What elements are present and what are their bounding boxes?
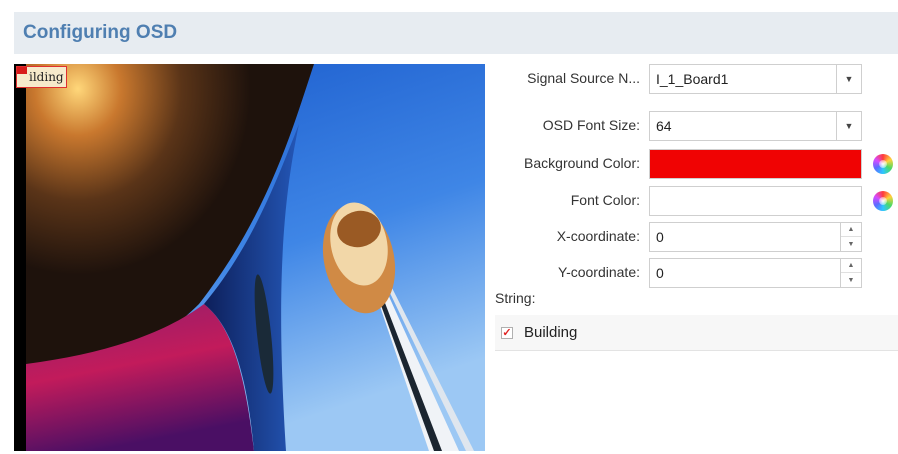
signal-source-value: I_1_Board1 [656,71,729,87]
panel-title: Configuring OSD [23,22,178,43]
font-size-value: 64 [656,118,672,134]
x-coordinate-input[interactable]: 0 ▲ ▼ [649,222,862,252]
x-coordinate-value: 0 [656,229,664,245]
string-list: ✓ Building [495,315,898,451]
video-preview: ilding [14,64,485,451]
string-item-text: Building [524,324,578,341]
font-color-swatch[interactable] [649,186,862,216]
color-wheel-icon[interactable] [873,154,893,174]
y-coordinate-spinner[interactable]: ▲ ▼ [840,259,861,287]
preview-image [26,64,485,451]
string-checkbox[interactable]: ✓ [501,327,513,339]
spinner-down-icon[interactable]: ▼ [841,237,861,251]
y-coordinate-label: Y-coordinate: [558,264,640,280]
x-coordinate-label: X-coordinate: [556,228,640,244]
chevron-down-icon[interactable]: ▼ [836,65,861,93]
spinner-down-icon[interactable]: ▼ [841,273,861,287]
font-color-row: Font Color: [492,184,898,216]
font-size-label: OSD Font Size: [542,117,640,133]
font-size-row: OSD Font Size: 64 ▼ [492,109,898,141]
x-coordinate-spinner[interactable]: ▲ ▼ [840,223,861,251]
signal-source-row: Signal Source N... I_1_Board1 ▼ [492,62,898,94]
background-color-label: Background Color: [524,155,640,171]
signal-source-label: Signal Source N... [527,70,640,86]
chevron-down-icon[interactable]: ▼ [836,112,861,140]
font-size-select[interactable]: 64 ▼ [649,111,862,141]
osd-overlay-text: ilding [29,70,64,84]
spinner-up-icon[interactable]: ▲ [841,223,861,237]
string-list-item[interactable]: ✓ Building [495,315,898,351]
spinner-up-icon[interactable]: ▲ [841,259,861,273]
osd-text-overlay[interactable]: ilding [16,66,67,88]
panel-header: Configuring OSD [14,12,898,54]
color-wheel-icon[interactable] [873,191,893,211]
y-coordinate-input[interactable]: 0 ▲ ▼ [649,258,862,288]
background-color-row: Background Color: [492,147,898,179]
x-coordinate-row: X-coordinate: 0 ▲ ▼ [492,220,898,252]
font-color-label: Font Color: [570,192,640,208]
y-coordinate-value: 0 [656,265,664,281]
signal-source-select[interactable]: I_1_Board1 ▼ [649,64,862,94]
osd-overlay-marker [17,67,27,74]
background-color-swatch[interactable] [649,149,862,179]
y-coordinate-row: Y-coordinate: 0 ▲ ▼ [492,256,898,288]
string-section-label: String: [495,290,536,306]
